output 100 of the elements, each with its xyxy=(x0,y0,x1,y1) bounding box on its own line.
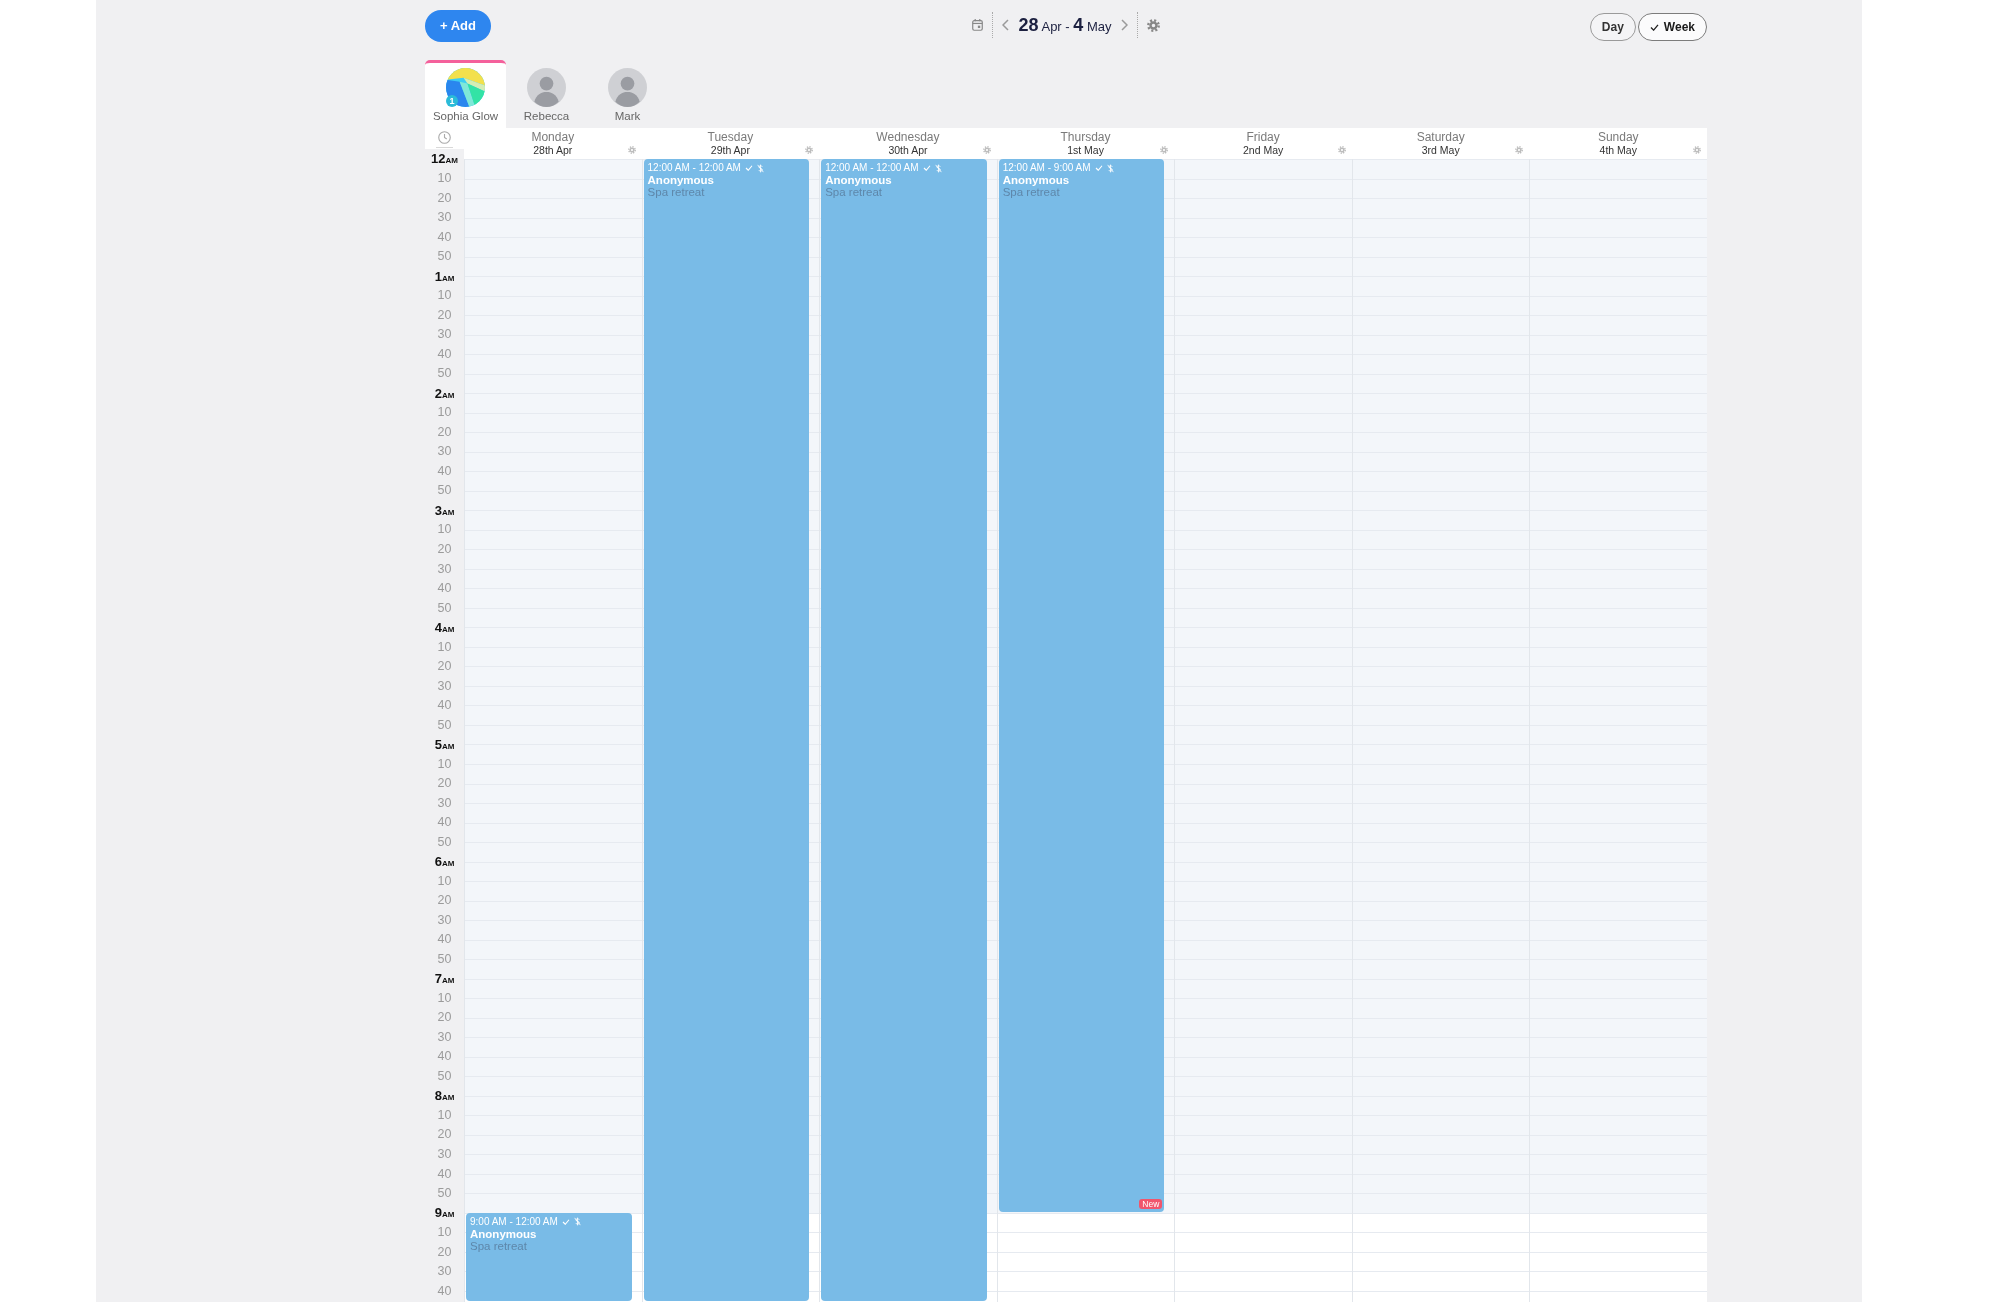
minute-label: 40 xyxy=(437,347,452,361)
minute-label: 50 xyxy=(437,484,452,497)
minute-label: 40 xyxy=(437,1050,452,1063)
hour-label: 7AM xyxy=(434,972,455,986)
minute-label: 10 xyxy=(437,874,452,888)
minute-label: 50 xyxy=(437,835,452,849)
settings-icon[interactable] xyxy=(982,146,991,154)
service-name: Spa retreat xyxy=(825,186,884,199)
service-name: Spa retreat xyxy=(647,186,706,199)
chevron-left-icon[interactable] xyxy=(1001,19,1009,31)
client-name: Anonymous xyxy=(1002,174,1071,186)
minute-label: 50 xyxy=(437,601,452,615)
minute-label: 50 xyxy=(437,1187,452,1200)
hour-label: 2AM xyxy=(434,386,455,400)
hour-label: 6AM xyxy=(434,855,455,868)
date-label: 29th Apr xyxy=(710,144,750,156)
weekday-label: Friday xyxy=(1246,130,1280,144)
minute-label: 30 xyxy=(437,562,452,575)
weekday-label: Thursday xyxy=(1060,130,1111,144)
minute-label: 20 xyxy=(437,1128,452,1141)
avatar-logo-icon xyxy=(446,68,485,107)
minute-label: 20 xyxy=(437,191,452,205)
settings-icon[interactable] xyxy=(1693,146,1702,154)
hour-label: 4AM xyxy=(434,620,455,634)
minute-label: 40 xyxy=(437,1284,452,1298)
avatar-silhouette-icon xyxy=(527,68,566,107)
minute-label: 30 xyxy=(437,796,452,810)
weekday-label: Tuesday xyxy=(707,130,754,144)
minute-label: 30 xyxy=(437,913,452,927)
staff-tab[interactable]: Rebecca xyxy=(506,60,587,128)
avatar-silhouette-icon xyxy=(608,68,647,107)
date-label: 1st May xyxy=(1067,144,1104,156)
minute-label: 50 xyxy=(437,367,452,380)
settings-icon[interactable] xyxy=(1337,146,1346,154)
minute-label: 40 xyxy=(437,816,452,829)
minute-label: 50 xyxy=(437,718,452,732)
client-name: Anonymous xyxy=(470,1227,538,1240)
minute-label: 20 xyxy=(437,425,452,439)
calendar-icon[interactable] xyxy=(971,19,983,31)
settings-icon[interactable] xyxy=(1515,146,1524,154)
minute-label: 20 xyxy=(437,1011,452,1024)
minute-label: 40 xyxy=(437,464,452,478)
settings-icon[interactable] xyxy=(1160,146,1169,154)
add-button[interactable]: + Add xyxy=(425,10,491,42)
date-label: 30th Apr xyxy=(888,144,928,156)
date-label: 28th Apr xyxy=(533,144,573,156)
hour-label: 1AM xyxy=(434,269,455,283)
minute-label: 10 xyxy=(437,289,452,302)
minute-label: 50 xyxy=(437,1069,452,1083)
service-name: Spa retreat xyxy=(470,1239,527,1253)
hour-label: 5AM xyxy=(434,737,455,751)
view-toggle-button[interactable]: Day xyxy=(1589,13,1636,41)
count-badge: 1 xyxy=(446,95,458,107)
minute-label: 40 xyxy=(437,933,452,946)
clock-icon xyxy=(438,131,451,145)
minute-label: 20 xyxy=(437,777,452,790)
minute-label: 10 xyxy=(437,406,452,419)
minute-label: 20 xyxy=(437,1245,452,1259)
minute-label: 40 xyxy=(437,582,452,595)
minute-label: 40 xyxy=(437,699,452,712)
date-label: 3rd May xyxy=(1421,144,1460,156)
minute-label: 10 xyxy=(437,1108,452,1122)
minute-label: 10 xyxy=(437,991,452,1005)
view-toggle-button[interactable]: Week xyxy=(1637,13,1707,41)
minute-label: 30 xyxy=(437,1265,452,1278)
weekday-label: Saturday xyxy=(1416,130,1465,144)
hour-label: 3AM xyxy=(434,503,455,517)
minute-label: 10 xyxy=(437,523,452,536)
date-label: 2nd May xyxy=(1242,144,1284,156)
date-range: 28 Apr - 4 May xyxy=(1018,13,1112,37)
appointment-time: 12:00 AM - 9:00 AM xyxy=(1002,162,1091,174)
minute-label: 20 xyxy=(437,660,452,673)
settings-icon[interactable] xyxy=(805,146,814,154)
minute-label: 10 xyxy=(437,640,452,654)
minute-label: 30 xyxy=(437,211,452,224)
new-badge: New xyxy=(1139,1198,1163,1209)
minute-label: 40 xyxy=(437,230,452,244)
staff-tab[interactable]: 1 Sophia Glow xyxy=(425,60,506,128)
minute-label: 10 xyxy=(437,757,452,771)
date-label: 4th May xyxy=(1599,144,1637,156)
hour-label: 12AM xyxy=(431,152,458,166)
client-name: Anonymous xyxy=(647,174,715,186)
minute-label: 50 xyxy=(437,250,452,263)
minute-label: 30 xyxy=(437,445,452,458)
check-icon xyxy=(1649,23,1659,31)
service-name: Spa retreat xyxy=(1002,186,1061,199)
minute-label: 20 xyxy=(437,894,452,907)
minute-label: 10 xyxy=(437,172,452,185)
weekday-label: Wednesday xyxy=(876,130,940,144)
minute-label: 20 xyxy=(437,308,452,322)
chevron-right-icon[interactable] xyxy=(1121,19,1129,31)
client-name: Anonymous xyxy=(825,174,893,186)
weekday-label: Monday xyxy=(531,130,575,144)
settings-icon[interactable] xyxy=(627,146,636,154)
minute-label: 50 xyxy=(437,952,452,966)
appointment-time: 12:00 AM - 12:00 AM xyxy=(825,162,919,174)
appointment-card[interactable]: 12:00 AM - 9:00 AM Anonymous Spa retreat New xyxy=(998,159,1165,1212)
appointment-time: 9:00 AM - 12:00 AM xyxy=(470,1215,558,1228)
staff-tab[interactable]: Mark xyxy=(587,60,668,128)
settings-icon[interactable] xyxy=(1147,18,1161,32)
